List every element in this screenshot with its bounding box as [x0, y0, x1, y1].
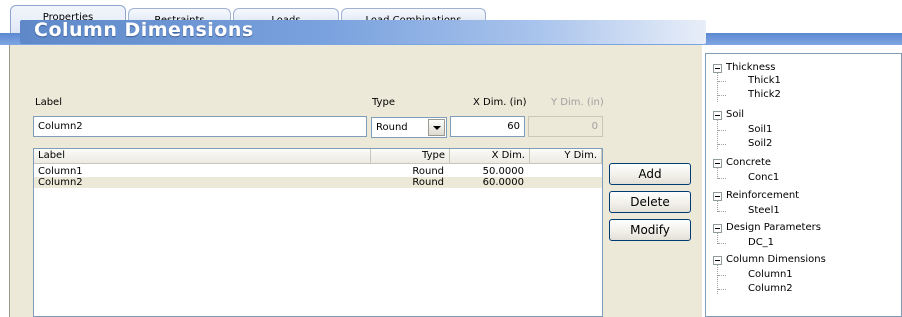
tree-connector: [718, 144, 726, 145]
tree-connector: [718, 95, 726, 96]
tree-node-label: Column Dimensions: [726, 254, 826, 265]
properties-tree[interactable]: Thickness Thick1 Thick2 Soil Soil1 Soil2…: [705, 53, 902, 317]
tree-node-label: Soil: [726, 109, 745, 120]
tree-connector: [718, 211, 726, 212]
collapse-icon[interactable]: [713, 256, 722, 265]
column-header-label[interactable]: Label: [34, 149, 371, 164]
columns-list[interactable]: Label Type X Dim. Y Dim. Column1 Round 5…: [33, 148, 603, 317]
collapse-icon[interactable]: [713, 224, 722, 233]
tree-node-label: Reinforcement: [726, 190, 800, 201]
tree-leaf-label: Column2: [748, 283, 793, 294]
table-row[interactable]: Column2 Round 60.0000: [34, 177, 602, 188]
tree-connector: [718, 81, 726, 82]
row-label: Column2: [38, 177, 83, 188]
ydim-input: 0: [528, 116, 603, 137]
table-row[interactable]: Column1 Round 50.0000: [34, 166, 602, 177]
list-header: Label Type X Dim. Y Dim.: [34, 149, 602, 164]
type-caption: Type: [372, 97, 395, 108]
tree-leaf-label: Column1: [748, 269, 793, 280]
tree-leaf-label: Thick2: [748, 89, 781, 100]
type-select-value: Round: [376, 122, 408, 133]
tree-node-label: Concrete: [726, 157, 772, 168]
modify-button[interactable]: Modify: [609, 219, 691, 241]
ydim-caption: Y Dim. (in): [551, 97, 604, 108]
tree-connector: [718, 243, 726, 244]
page-title: Column Dimensions: [34, 19, 254, 41]
label-caption: Label: [35, 97, 62, 108]
collapse-icon[interactable]: [713, 64, 722, 73]
type-select[interactable]: Round: [371, 117, 447, 138]
xdim-input[interactable]: 60: [450, 116, 525, 137]
add-button[interactable]: Add: [609, 163, 691, 185]
collapse-icon[interactable]: [713, 111, 722, 120]
tree-node-label: Thickness: [726, 62, 776, 73]
label-input[interactable]: Column2: [33, 116, 367, 137]
delete-button[interactable]: Delete: [609, 191, 691, 213]
xdim-caption: X Dim. (in): [473, 97, 527, 108]
tree-leaf-label: DC_1: [748, 237, 775, 248]
column-header-ydim[interactable]: Y Dim.: [530, 149, 602, 164]
tree-connector: [718, 130, 726, 131]
row-type: Round: [412, 177, 444, 188]
row-xdim: 50.0000: [482, 166, 524, 177]
column-header-xdim[interactable]: X Dim.: [450, 149, 530, 164]
tree-leaf-label: Soil1: [748, 124, 773, 135]
tree-connector: [717, 73, 718, 102]
tree-leaf-label: Thick1: [748, 75, 781, 86]
tree-node-label: Design Parameters: [726, 222, 821, 233]
tree-connector: [718, 178, 726, 179]
row-xdim: 60.0000: [482, 177, 524, 188]
collapse-icon[interactable]: [713, 192, 722, 201]
tree-connector: [718, 275, 726, 276]
tree-leaf-label: Soil2: [748, 138, 773, 149]
chevron-down-icon[interactable]: [428, 119, 445, 136]
column-header-type[interactable]: Type: [371, 149, 450, 164]
tree-leaf-label: Steel1: [748, 205, 780, 216]
tree-connector: [718, 289, 726, 290]
row-type: Round: [412, 166, 444, 177]
collapse-icon[interactable]: [713, 159, 722, 168]
tree-leaf-label: Conc1: [748, 172, 780, 183]
row-label: Column1: [38, 166, 83, 177]
